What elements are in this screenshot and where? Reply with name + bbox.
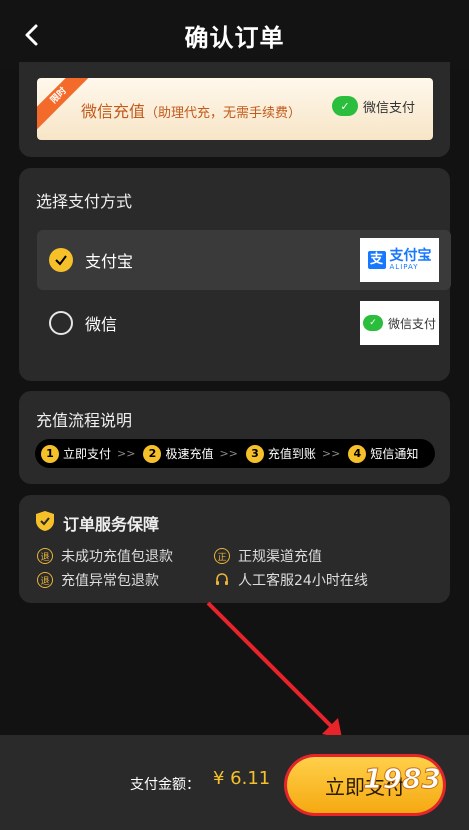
unchecked-icon[interactable] [49, 311, 73, 335]
flow-title: 充值流程说明 [36, 411, 133, 430]
alipay-logo: 支 支付宝 ALIPAY [360, 238, 439, 282]
watermark-logo: 1983 [363, 762, 442, 796]
banner-title: 微信充值（助理代充，无需手续费） [81, 98, 301, 122]
step-number: 4 [348, 444, 367, 463]
step-label: 充值到账 [267, 447, 316, 461]
step-arrow-icon: >> [219, 447, 238, 460]
flow-step: 1 立即支付 [39, 444, 112, 463]
refund-icon: 退 [37, 548, 53, 564]
wechat-icon: ✓ [331, 96, 358, 116]
amount-label: 支付金额： [130, 777, 200, 793]
recharge-banner[interactable]: 限时 微信充值（助理代充，无需手续费） ✓ 微信支付 [37, 78, 433, 140]
alipay-logo-text: 支付宝 [389, 248, 432, 264]
service-item: 人工客服24小时在线 [214, 570, 368, 590]
wechat-icon: ✓ [362, 315, 383, 331]
header: 确认订单 [0, 0, 469, 70]
payment-section-title: 选择支付方式 [36, 192, 133, 211]
alipay-logo-sub: ALIPAY [389, 263, 419, 271]
wechat-label: 微信 [85, 315, 118, 334]
banner-pay-label: 微信支付 [362, 100, 415, 116]
step-number: 1 [41, 444, 59, 463]
banner-wechat-pay: ✓ 微信支付 [331, 96, 415, 116]
step-label: 极速充值 [165, 447, 214, 461]
refund-icon: 退 [37, 572, 53, 588]
checked-icon[interactable] [49, 248, 73, 272]
step-label: 立即支付 [63, 447, 112, 461]
step-number: 3 [245, 444, 264, 463]
amount-value: ¥ 6.11 [213, 768, 271, 789]
wechat-logo-text: 微信支付 [387, 316, 436, 331]
service-item: 退 充值异常包退款 [37, 570, 159, 590]
recharge-flow-card: 充值流程说明 1 立即支付 >> 2 极速充值 >> 3 充值到账 >> 4 短… [19, 391, 450, 484]
back-icon[interactable] [20, 22, 46, 48]
step-number: 2 [143, 444, 162, 463]
page-title: 确认订单 [184, 23, 285, 52]
flow-step: 3 充值到账 [244, 444, 316, 463]
flow-step: 2 极速充值 [141, 444, 214, 463]
payment-option-wechat[interactable]: 微信 ✓ 微信支付 [37, 293, 451, 353]
payment-option-alipay[interactable]: 支付宝 支 支付宝 ALIPAY [37, 230, 451, 290]
flow-steps: 1 立即支付 >> 2 极速充值 >> 3 充值到账 >> 4 短信通知 [35, 439, 435, 468]
wechat-pay-logo: ✓ 微信支付 [360, 301, 439, 345]
service-item: 正 正规渠道充值 [214, 546, 322, 566]
payment-method-card: 选择支付方式 支付宝 支 支付宝 ALIPAY 微信 ✓ 微信支付 [19, 168, 451, 381]
service-item-label: 人工客服24小时在线 [238, 573, 368, 589]
alipay-label: 支付宝 [85, 252, 134, 271]
official-channel-icon: 正 [214, 548, 230, 564]
shield-icon [36, 511, 54, 531]
flow-step: 4 短信通知 [346, 444, 419, 463]
alipay-icon: 支 [367, 251, 386, 269]
banner-subtitle: （助理代充，无需手续费） [145, 106, 302, 121]
service-item-label: 未成功充值包退款 [61, 549, 173, 565]
service-item-label: 正规渠道充值 [238, 549, 322, 565]
service-guarantee-card: 订单服务保障 退 未成功充值包退款 正 正规渠道充值 退 充值异常包退款 人工客… [19, 495, 450, 603]
service-item: 退 未成功充值包退款 [37, 546, 173, 566]
step-label: 短信通知 [370, 447, 419, 461]
step-arrow-icon: >> [321, 447, 341, 460]
banner-title-main: 微信充值 [81, 102, 146, 121]
recharge-banner-card: 限时 微信充值（助理代充，无需手续费） ✓ 微信支付 [19, 62, 450, 157]
service-title: 订单服务保障 [63, 515, 160, 534]
step-arrow-icon: >> [117, 447, 136, 460]
headset-icon [216, 573, 228, 585]
service-item-label: 充值异常包退款 [61, 573, 159, 589]
